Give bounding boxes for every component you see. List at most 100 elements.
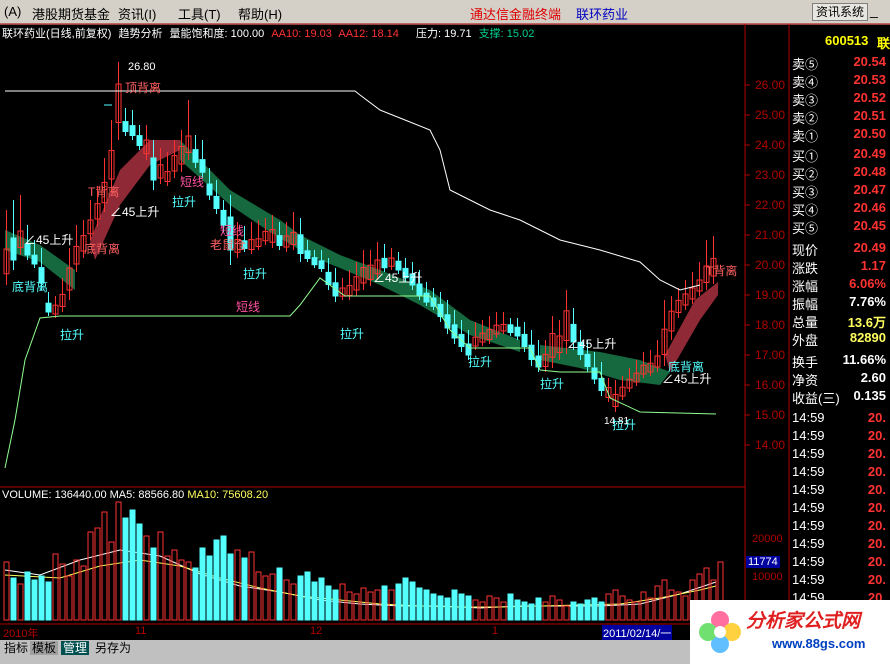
short-line-label-2: 短线: [220, 224, 245, 238]
tick-row: 14:59 20.: [792, 482, 888, 500]
rise45-label-2: ∠45上升: [24, 233, 74, 247]
volume-bar: [409, 581, 416, 621]
tick-row: 14:59 20.: [792, 464, 888, 482]
volume-bar: [332, 589, 339, 621]
volume-bar: [276, 567, 283, 621]
tab-indicator[interactable]: 指标: [2, 641, 30, 655]
watermark-title: 分析家公式网: [746, 611, 861, 632]
volume-bar: [31, 579, 38, 621]
stat-row-value: 82890: [849, 330, 886, 345]
volume-axis-10000: 10000: [752, 571, 783, 583]
rise45-label-3: ∠45上升: [373, 271, 423, 285]
quote-panel: 600513 联 卖⑤ 20.54 卖④ 20.53 卖③ 20.52 卖② 20.51 卖① 2…: [789, 25, 890, 623]
stat-row-label: 涨幅: [792, 279, 819, 294]
stat2-row-label: 净资: [792, 373, 819, 388]
volume-value: VOLUME: 136440.00: [2, 489, 107, 501]
tab-save-as[interactable]: 另存为: [93, 641, 133, 655]
sell-row: 卖① 20.50: [792, 126, 888, 144]
volume-bar: [500, 601, 507, 621]
price-tick-label: 17.00: [755, 348, 786, 362]
volume-bar: [213, 539, 220, 621]
volume-bar: [528, 603, 535, 621]
ma10-value: MA10: 75608.20: [187, 489, 269, 501]
price-tick-label: 21.00: [755, 228, 786, 242]
tick-row-label: 14:59: [792, 428, 825, 443]
tick-row: 14:59 20.: [792, 500, 888, 518]
volume-bar: [304, 571, 311, 621]
volume-bar: [451, 589, 458, 621]
stat2-row: 换手 11.66%: [792, 352, 888, 370]
volume-bar: [437, 595, 444, 621]
buy-row-value: 20.48: [853, 164, 886, 179]
tick-row-value: 20.: [867, 428, 886, 443]
volume-bar: [542, 601, 549, 621]
tick-row-label: 14:59: [792, 464, 825, 479]
top-divergence-label: 顶背离: [125, 81, 162, 95]
volume-bar: [178, 559, 185, 621]
volume-bar: [227, 553, 234, 621]
volume-bar: [10, 577, 17, 621]
tick-row: 14:59 20.: [792, 446, 888, 464]
volume-bar: [563, 605, 570, 621]
volume-bar: [87, 531, 94, 621]
volume-bar: [577, 603, 584, 621]
stat-row-value: 7.76%: [849, 294, 886, 309]
volume-bar: [199, 547, 206, 621]
tick-row-value: 20.: [867, 572, 886, 587]
volume-bar: [381, 585, 388, 621]
volume-bar: [94, 527, 101, 621]
stock-code-suffix: 联: [877, 36, 890, 51]
tick-row-value: 20.: [867, 446, 886, 461]
volume-bar: [17, 583, 24, 621]
stat-row: 外盘 82890: [792, 330, 888, 348]
buy-row-label: 买⑤: [792, 221, 819, 236]
tick-row-label: 14:59: [792, 518, 825, 533]
volume-bar: [353, 593, 360, 621]
price-tick-label: 20.00: [755, 258, 786, 272]
sell-row-label: 卖④: [792, 75, 819, 90]
volume-bar: [73, 559, 80, 621]
candle-body: [192, 149, 199, 163]
candle-body: [297, 234, 304, 255]
volume-bar: [206, 555, 213, 621]
t-divergence-label-2: T背离: [706, 264, 738, 278]
stat-row: 涨跌 1.17: [792, 258, 888, 276]
stock-code: 600513: [825, 33, 869, 48]
volume-bar: [493, 597, 500, 621]
bottom-divergence-label-1: 底背离: [84, 242, 121, 256]
volume-bar: [514, 599, 521, 621]
tab-template[interactable]: 模板: [30, 641, 59, 655]
tick-row-value: 20.: [867, 518, 886, 533]
candle-body: [45, 302, 52, 313]
volume-bar: [38, 575, 45, 621]
price-tick-label: 16.00: [755, 378, 786, 392]
buy-row: 买⑤ 20.45: [792, 218, 888, 236]
tick-row: 14:59 20.: [792, 536, 888, 554]
volume-bar: [157, 531, 164, 621]
candle-body: [136, 135, 143, 147]
candle-body: [311, 257, 318, 266]
stat-row-label: 外盘: [792, 333, 819, 348]
date-dec: 12: [310, 625, 323, 637]
buy-row-label: 买④: [792, 203, 819, 218]
volume-bar: [430, 593, 437, 621]
volume-bar: [283, 579, 290, 621]
price-tick-label: 14.00: [755, 438, 786, 452]
volume-bar: [619, 595, 626, 621]
stat-row-value: 6.06%: [849, 276, 886, 291]
tick-row: 14:59 20.: [792, 410, 888, 428]
tick-row: 14:59 20.: [792, 572, 888, 590]
sell-row-value: 20.51: [853, 108, 886, 123]
volume-bar: [570, 601, 577, 621]
volume-axis-20000: 20000: [752, 533, 783, 545]
volume-bar: [465, 595, 472, 621]
sell-row-label: 卖①: [792, 129, 819, 144]
sell-row-value: 20.50: [853, 126, 886, 141]
high-price-label: 26.80: [128, 61, 156, 73]
candle-body: [521, 333, 528, 347]
price-tick-label: 23.00: [755, 168, 786, 182]
candle-body: [304, 250, 311, 260]
flower-logo-icon: [699, 611, 741, 653]
volume-bar: [192, 567, 199, 621]
tab-manage[interactable]: 管理: [61, 641, 90, 655]
